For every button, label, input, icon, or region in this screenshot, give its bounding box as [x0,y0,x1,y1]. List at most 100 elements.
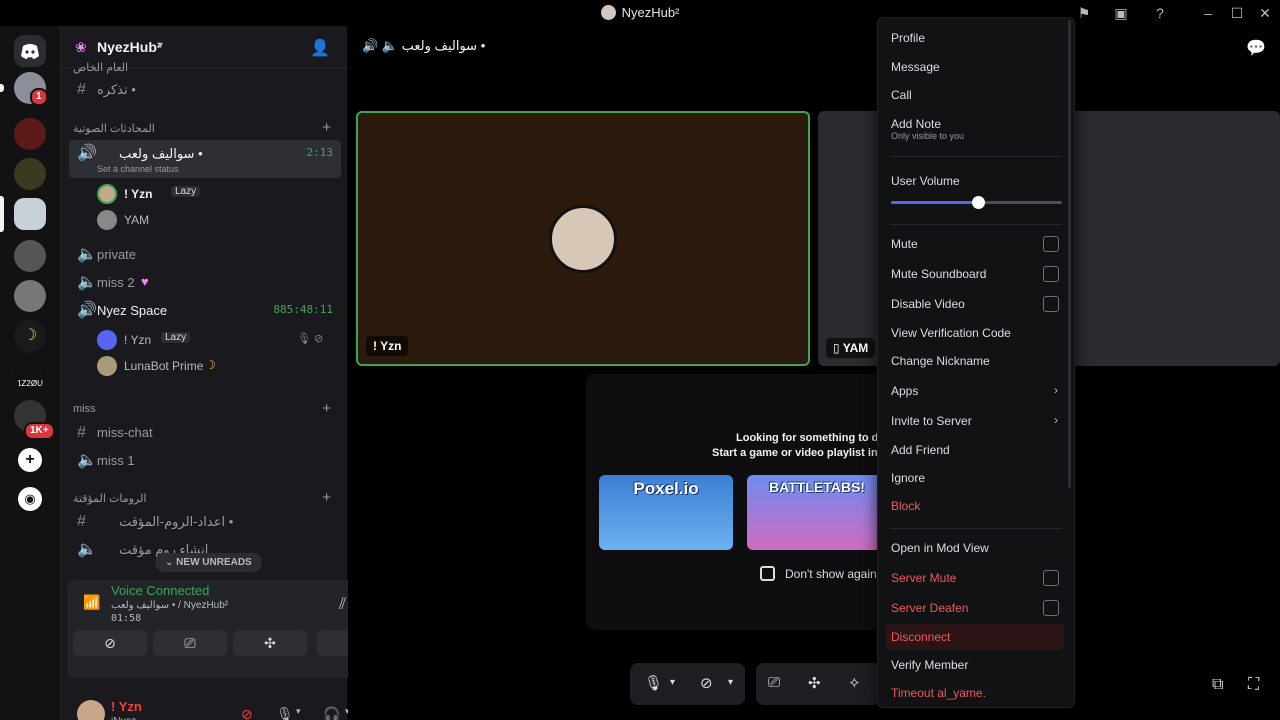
inbox-icon[interactable]: ▣ [1112,4,1130,22]
add-channel-icon[interactable]: + [322,489,331,506]
headphones-icon[interactable]: 🎧 [323,706,340,720]
hash-icon: # [77,513,86,530]
avatar[interactable] [77,700,105,720]
minimize-icon[interactable]: – [1199,4,1217,22]
channel-voice-nyez[interactable]: 🔊 Nyez Space 885:48:11 [69,297,341,325]
user-volume-slider[interactable] [891,196,1062,209]
game-card-poxel[interactable]: Poxel.io [599,475,733,550]
add-user-icon[interactable]: 👤 [310,38,330,58]
new-unreads-button[interactable]: ⌄ NEW UNREADS [155,553,262,572]
add-channel-icon[interactable]: + [322,400,331,417]
screen-share-icon[interactable]: ⎚ [768,674,780,691]
menu-add-note[interactable]: Add Note Only visible to you [886,111,1064,147]
channel-voice-active[interactable]: 🔊 سواليف ولعب • 2:13 Set a channel statu… [69,140,341,178]
mute-checkbox[interactable] [1043,236,1059,252]
menu-server-deafen[interactable]: Server Deafen [886,595,1064,621]
server-mute-checkbox[interactable] [1043,570,1059,586]
add-server-icon[interactable]: + [18,448,42,472]
video-tile-speaking[interactable]: ! Yzn [356,111,810,366]
category-top[interactable]: العام الخاص [73,61,128,74]
server-icon-3[interactable] [14,158,46,190]
flower-icon: ❀ [75,39,87,55]
maximize-icon[interactable]: ☐ [1228,4,1246,22]
tile-name: ▯ YAM [826,338,876,358]
speaker-icon: 🔊 🔈 [362,38,398,53]
noise-suppression-icon[interactable]: ⫽ [339,596,346,614]
camera-off-icon[interactable]: ⊘ [241,706,253,720]
server-icon-6[interactable] [14,280,46,312]
help-icon[interactable]: ? [1151,4,1169,22]
channel-text-1[interactable]: # تذكره • [69,76,341,104]
category-miss[interactable]: miss [73,403,96,415]
microphone-icon[interactable]: 🎙 [276,706,294,720]
user-volume-label: User Volume [891,174,960,188]
chevron-down-icon[interactable]: ▾ [728,677,733,688]
mute-soundboard-checkbox[interactable] [1043,266,1059,282]
voice-location[interactable]: سواليف ولعب • / NyezHub² [111,600,228,611]
menu-profile[interactable]: Profile [886,25,1064,51]
username[interactable]: ! Yzn [111,699,142,714]
game-card-battletabs[interactable]: BATTLETABS! [747,475,887,550]
menu-disconnect[interactable]: Disconnect [886,624,1064,650]
server-icon-2[interactable] [14,118,46,150]
checkbox[interactable] [760,566,775,581]
server-icon-8[interactable]: 1Z2ØU [14,358,46,390]
menu-invite[interactable]: Invite to Server › [886,408,1064,434]
screen-share-button[interactable]: ⎚ [153,630,227,656]
discover-icon[interactable]: ◉ [18,487,42,511]
discord-home-icon[interactable] [14,35,46,67]
microphone-icon[interactable]: 🎙 [644,674,663,692]
chevron-down-icon[interactable]: ▾ [296,706,301,717]
menu-block[interactable]: Block [886,493,1064,519]
server-icon-nyezhub[interactable] [14,198,46,230]
camera-off-button[interactable]: ⊘ [73,630,147,656]
menu-timeout[interactable]: Timeout al_yame. [886,680,1064,706]
chat-bubble-icon[interactable]: 💬 [1246,38,1266,58]
menu-disable-video[interactable]: Disable Video [886,291,1064,317]
moon-icon: ☽ [205,358,216,372]
user-status: iNyez [111,716,136,720]
channel-voice-miss2[interactable]: 🔈 miss 2 ♥ [69,269,341,297]
channel-status[interactable]: Set a channel status [97,164,179,174]
avatar [549,205,617,273]
menu-ignore[interactable]: Ignore [886,465,1064,491]
activities-icon[interactable]: ✣ [808,674,821,692]
camera-off-icon[interactable]: ⊘ [700,674,713,692]
add-channel-icon[interactable]: + [322,119,331,136]
menu-verify-member[interactable]: Verify Member [886,652,1064,678]
menu-view-verification[interactable]: View Verification Code [886,320,1064,346]
title-bar: NyezHub² ⚑ ▣ ? – ☐ ✕ [0,0,1280,26]
scrollbar[interactable] [1068,20,1071,488]
menu-apps[interactable]: Apps › [886,378,1064,404]
fullscreen-icon[interactable]: ⛶ [1248,676,1259,694]
activity-prompt: Looking for something to d [736,432,879,444]
volume-knob[interactable] [972,196,986,209]
muted-icons: 🎙 ⊘ [297,333,324,345]
chevron-down-icon[interactable]: ▾ [670,677,675,688]
server-deafen-checkbox[interactable] [1043,600,1059,616]
menu-message[interactable]: Message [886,54,1064,80]
voice-status[interactable]: Voice Connected [111,583,209,598]
channel-temp-settings[interactable]: # اعداد-الروم-المؤقت • [69,508,341,536]
disable-video-checkbox[interactable] [1043,296,1059,312]
server-icon-5[interactable] [14,240,46,272]
menu-mute[interactable]: Mute [886,231,1064,257]
close-icon[interactable]: ✕ [1256,4,1274,22]
popout-icon[interactable]: ⧉ [1212,676,1223,694]
heart-icon: ♥ [141,274,149,289]
soundboard-icon[interactable]: ✧ [848,674,861,692]
activities-button[interactable]: ✣ [233,630,307,656]
channel-miss-1[interactable]: 🔈 miss 1 [69,447,341,475]
category-voice[interactable]: المحادثات الصوتية [73,122,155,135]
channel-voice-private[interactable]: 🔈 private [69,241,341,269]
menu-server-mute[interactable]: Server Mute [886,565,1064,591]
menu-call[interactable]: Call [886,82,1064,108]
channel-miss-chat[interactable]: # miss-chat [69,419,341,447]
moon-server-icon[interactable]: ☽ [14,320,46,352]
menu-mute-soundboard[interactable]: Mute Soundboard [886,261,1064,287]
menu-add-friend[interactable]: Add Friend [886,437,1064,463]
menu-change-nickname[interactable]: Change Nickname [886,348,1064,374]
flag-icon[interactable]: ⚑ [1075,4,1093,22]
menu-mod-view[interactable]: Open in Mod View [886,535,1064,561]
category-temp[interactable]: الرومات المؤقتة [73,492,146,505]
